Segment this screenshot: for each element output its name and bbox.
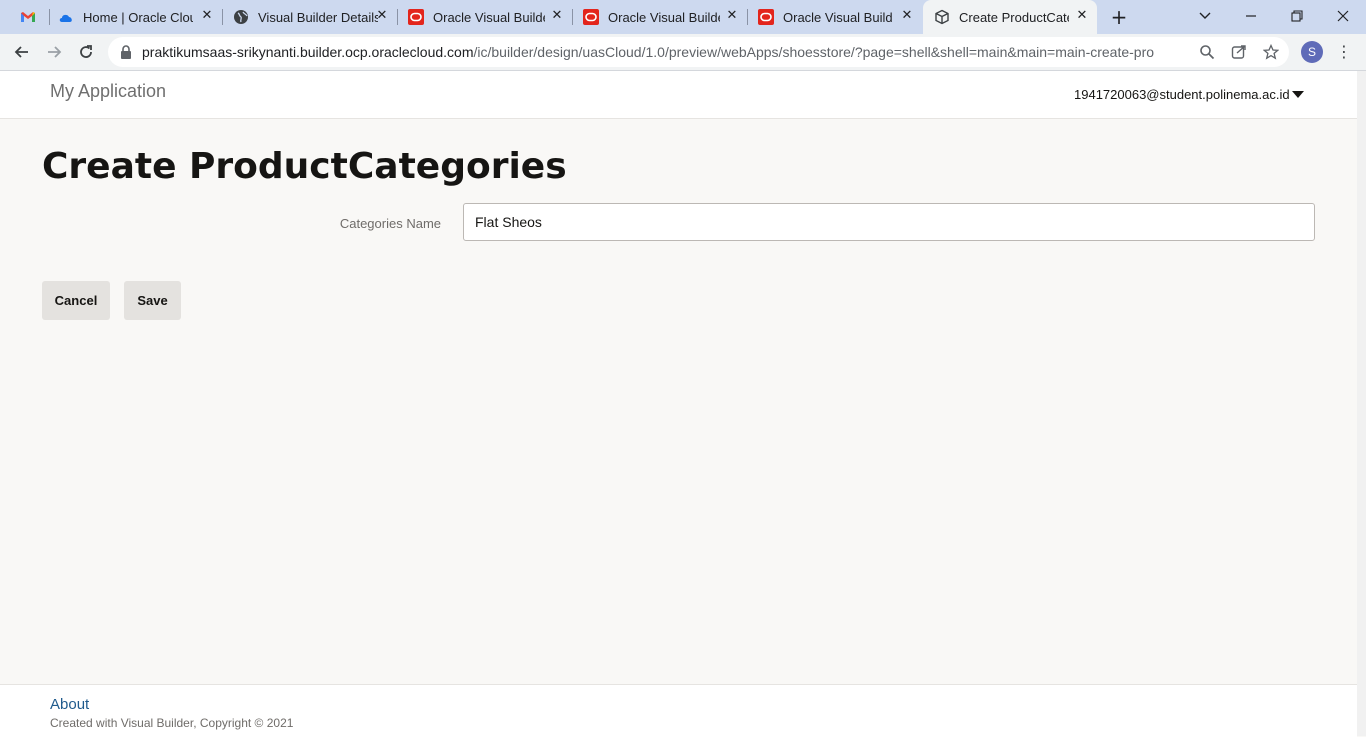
globe-icon [234, 10, 248, 24]
zoom-search-icon[interactable] [1198, 43, 1216, 61]
cube-icon [935, 9, 949, 25]
close-window-icon[interactable] [1333, 6, 1353, 26]
tab-oracle-visual-builder-1[interactable]: Oracle Visual Builder ✕ [398, 0, 572, 34]
tab-title: Oracle Visual Builder [608, 9, 720, 25]
copyright-text: Created with Visual Builder, Copyright ©… [50, 716, 294, 730]
page-scrollbar[interactable] [1357, 71, 1366, 736]
oracle-icon [583, 9, 599, 25]
close-tab-icon[interactable]: ✕ [900, 9, 914, 23]
back-arrow-icon[interactable] [10, 40, 34, 64]
tab-title: Oracle Visual Builder [783, 9, 893, 25]
app-footer: About Created with Visual Builder, Copyr… [0, 684, 1357, 737]
tab-oracle-visual-builder-2[interactable]: Oracle Visual Builder ✕ [573, 0, 747, 34]
share-icon[interactable] [1230, 43, 1248, 61]
close-tab-icon[interactable]: ✕ [375, 9, 389, 23]
tab-title: Create ProductCategories [959, 9, 1069, 25]
close-tab-icon[interactable]: ✕ [1075, 9, 1089, 23]
restore-window-icon[interactable] [1287, 6, 1307, 26]
user-menu-label[interactable]: 1941720063@student.polinema.ac.id [1074, 87, 1290, 102]
lock-icon [121, 45, 131, 59]
browser-toolbar: praktikumsaas-srikynanti.builder.ocp.ora… [0, 34, 1366, 71]
forward-arrow-icon[interactable] [42, 40, 66, 64]
close-tab-icon[interactable]: ✕ [725, 9, 739, 23]
minimize-window-icon[interactable] [1241, 6, 1261, 26]
address-bar[interactable]: praktikumsaas-srikynanti.builder.ocp.ora… [108, 37, 1289, 67]
tab-oracle-cloud-home[interactable]: Home | Oracle Cloud ✕ [50, 0, 222, 34]
cloud-icon [59, 14, 72, 22]
gmail-icon [21, 12, 35, 22]
tab-oracle-visual-builder-3[interactable]: Oracle Visual Builder ✕ [748, 0, 922, 34]
new-tab-plus-icon[interactable]: + [1109, 7, 1129, 27]
app-title[interactable]: My Application [50, 81, 166, 102]
close-tab-icon[interactable]: ✕ [550, 9, 564, 23]
browser-tab-strip: Home | Oracle Cloud ✕ Visual Builder Det… [0, 0, 1366, 34]
tab-search-chevron-icon[interactable] [1195, 6, 1215, 26]
tab-title: Oracle Visual Builder [433, 9, 545, 25]
oracle-icon [408, 9, 424, 25]
cancel-button[interactable]: Cancel [42, 281, 110, 320]
about-link[interactable]: About [50, 696, 89, 713]
tab-title: Visual Builder Details [258, 9, 378, 25]
categories-name-input[interactable] [463, 203, 1315, 241]
app-header: My Application 1941720063@student.poline… [0, 71, 1357, 119]
save-button[interactable]: Save [124, 281, 181, 320]
tab-create-productcategories[interactable]: Create ProductCategories ✕ [923, 0, 1097, 34]
profile-avatar[interactable]: S [1301, 41, 1323, 63]
browser-menu-icon[interactable]: ⋮ [1336, 42, 1352, 62]
categories-name-label: Categories Name [339, 216, 441, 231]
bookmark-star-icon[interactable] [1262, 43, 1280, 61]
tab-title: Home | Oracle Cloud [83, 9, 193, 25]
url-host: praktikumsaas-srikynanti.builder.ocp.ora… [142, 44, 474, 60]
url-text: praktikumsaas-srikynanti.builder.ocp.ora… [142, 44, 1154, 60]
user-menu-caret-icon[interactable] [1292, 91, 1304, 98]
reload-icon[interactable] [74, 40, 98, 64]
url-path: /ic/builder/design/uasCloud/1.0/preview/… [473, 44, 1154, 60]
oracle-icon [758, 9, 774, 25]
close-tab-icon[interactable]: ✕ [200, 9, 214, 23]
tab-visual-builder-details[interactable]: Visual Builder Details ✕ [223, 0, 397, 34]
page-title: Create ProductCategories [42, 146, 567, 187]
tab-gmail[interactable] [12, 0, 48, 34]
